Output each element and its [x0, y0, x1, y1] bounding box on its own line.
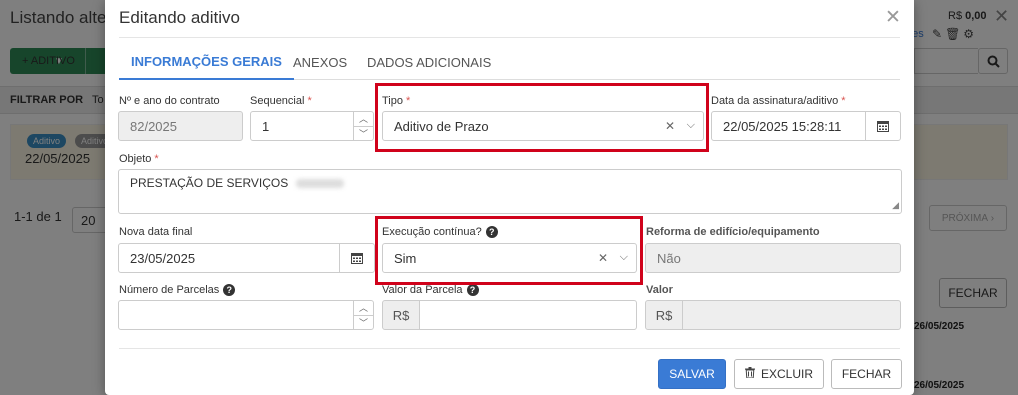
- tab-informacoes-gerais[interactable]: INFORMAÇÕES GERAIS: [119, 44, 294, 80]
- execucao-continua-label-text: Execução contínua?: [382, 226, 482, 238]
- clear-icon[interactable]: ✕: [665, 119, 675, 133]
- currency-prefix: R$: [382, 300, 420, 330]
- data-assinatura-label-text: Data da assinatura/aditivo: [711, 95, 839, 107]
- tipo-label: Tipo *: [382, 95, 410, 107]
- close-button[interactable]: FECHAR: [831, 359, 902, 389]
- numero-parcelas-label-text: Número de Parcelas: [119, 284, 220, 296]
- numero-parcelas-stepper[interactable]: ︿ ﹀: [118, 300, 374, 330]
- stepper-controls: ︿ ﹀: [353, 301, 373, 329]
- valor-parcela-label: Valor da Parcela?: [382, 284, 479, 296]
- modal-title: Editando aditivo: [119, 8, 240, 27]
- execucao-continua-select[interactable]: Sim ✕ ⌵: [382, 243, 637, 273]
- reforma-label-text: Reforma de edifício/equipamento: [646, 226, 820, 238]
- required-marker: *: [841, 95, 846, 107]
- chevron-up-icon[interactable]: ︿: [354, 112, 373, 127]
- data-assinatura-input[interactable]: 22/05/2025 15:28:11: [711, 111, 866, 141]
- required-marker: *: [406, 95, 411, 107]
- objeto-value: PRESTAÇÃO DE SERVIÇOS: [130, 176, 289, 190]
- delete-label: EXCLUIR: [760, 367, 813, 381]
- help-icon[interactable]: ?: [223, 284, 236, 296]
- clear-icon[interactable]: ✕: [598, 251, 608, 265]
- calendar-icon[interactable]: [865, 111, 901, 141]
- chevron-up-icon[interactable]: ︿: [354, 301, 373, 316]
- valor-parcela-label-text: Valor da Parcela: [382, 284, 463, 296]
- help-icon[interactable]: ?: [466, 284, 479, 296]
- valor-label-text: Valor: [646, 284, 673, 296]
- execucao-continua-value: Sim: [394, 250, 417, 266]
- currency-prefix: R$: [645, 300, 683, 330]
- nova-data-final-input[interactable]: 23/05/2025: [118, 243, 340, 273]
- trash-icon: [744, 367, 755, 381]
- chevron-down-icon[interactable]: ﹀: [354, 316, 373, 330]
- tab-anexos[interactable]: ANEXOS: [293, 44, 347, 80]
- reforma-field: Não: [645, 243, 901, 273]
- resize-handle-icon[interactable]: ◢: [892, 200, 899, 211]
- execucao-continua-label: Execução contínua??: [382, 226, 498, 238]
- redacted-text: [296, 179, 345, 189]
- required-marker: *: [154, 153, 159, 165]
- sequencial-label-text: Sequencial: [250, 95, 305, 107]
- save-button[interactable]: SALVAR: [658, 359, 726, 389]
- chevron-down-icon[interactable]: ⌵: [620, 251, 628, 264]
- required-marker: *: [307, 95, 312, 107]
- tab-dados-adicionais[interactable]: DADOS ADICIONAIS: [367, 44, 491, 80]
- valor-field: [682, 300, 901, 330]
- chevron-down-icon[interactable]: ⌵: [687, 119, 695, 132]
- data-assinatura-label: Data da assinatura/aditivo *: [711, 95, 845, 107]
- objeto-textarea[interactable]: PRESTAÇÃO DE SERVIÇOS ◢: [118, 169, 902, 214]
- contrato-label: Nº e ano do contrato: [119, 95, 220, 107]
- divider: [119, 37, 900, 38]
- tipo-label-text: Tipo: [382, 95, 403, 107]
- tipo-value: Aditivo de Prazo: [394, 118, 489, 134]
- nova-data-final-label-text: Nova data final: [119, 226, 193, 238]
- nova-data-final-label: Nova data final: [119, 226, 192, 238]
- delete-button[interactable]: EXCLUIR: [734, 359, 824, 389]
- tipo-select[interactable]: Aditivo de Prazo ✕ ⌵: [382, 111, 704, 141]
- sequencial-value: 1: [262, 118, 270, 134]
- stepper-controls: ︿ ﹀: [353, 112, 373, 140]
- sequencial-stepper[interactable]: 1 ︿ ﹀: [250, 111, 374, 141]
- close-icon[interactable]: ✕: [885, 6, 901, 29]
- valor-parcela-input[interactable]: [419, 300, 637, 330]
- contrato-field: 82/2025: [118, 111, 243, 141]
- objeto-label-text: Objeto: [119, 153, 152, 165]
- tab-bar: INFORMAÇÕES GERAIS ANEXOS DADOS ADICIONA…: [119, 44, 900, 80]
- numero-parcelas-label: Número de Parcelas?: [119, 284, 236, 296]
- valor-label: Valor: [646, 284, 673, 296]
- sequencial-label: Sequencial *: [250, 95, 312, 107]
- chevron-down-icon[interactable]: ﹀: [354, 127, 373, 141]
- contrato-label-text: Nº e ano do contrato: [119, 95, 220, 107]
- edit-aditivo-modal: Editando aditivo ✕ INFORMAÇÕES GERAIS AN…: [105, 0, 914, 395]
- reforma-label: Reforma de edifício/equipamento: [646, 226, 820, 238]
- objeto-label: Objeto *: [119, 153, 159, 165]
- divider: [119, 348, 900, 349]
- calendar-icon[interactable]: [339, 243, 375, 273]
- help-icon[interactable]: ?: [485, 226, 498, 238]
